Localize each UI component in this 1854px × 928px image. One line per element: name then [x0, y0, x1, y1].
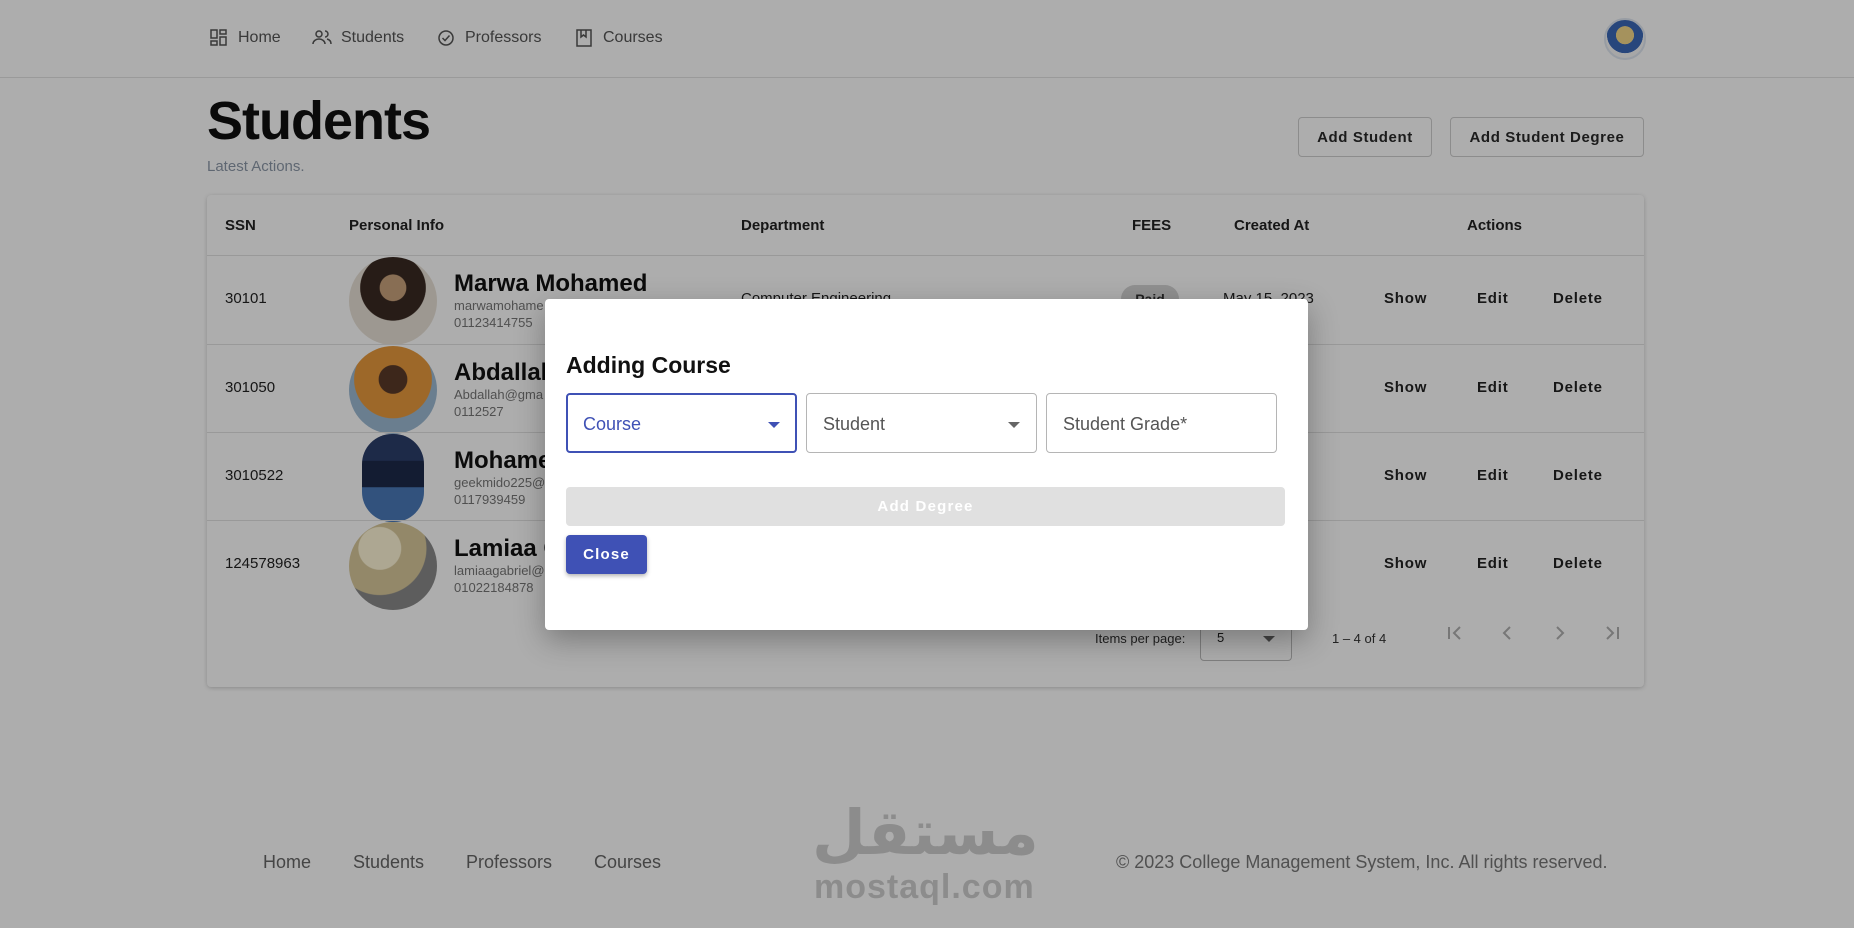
dialog-title: Adding Course	[566, 352, 731, 378]
add-degree-button[interactable]: Add Degree	[566, 487, 1285, 526]
course-select[interactable]: Course	[566, 393, 797, 453]
student-grade-label: Student Grade*	[1063, 414, 1188, 434]
chevron-down-icon	[1008, 422, 1020, 428]
chevron-down-icon	[768, 422, 780, 428]
course-select-label: Course	[583, 414, 642, 434]
close-button[interactable]: Close	[566, 535, 647, 574]
student-grade-input[interactable]: Student Grade*	[1046, 393, 1277, 453]
student-select[interactable]: Student	[806, 393, 1037, 453]
student-select-label: Student	[823, 414, 886, 434]
adding-course-dialog: Adding Course Course Student Student Gra…	[545, 299, 1308, 630]
